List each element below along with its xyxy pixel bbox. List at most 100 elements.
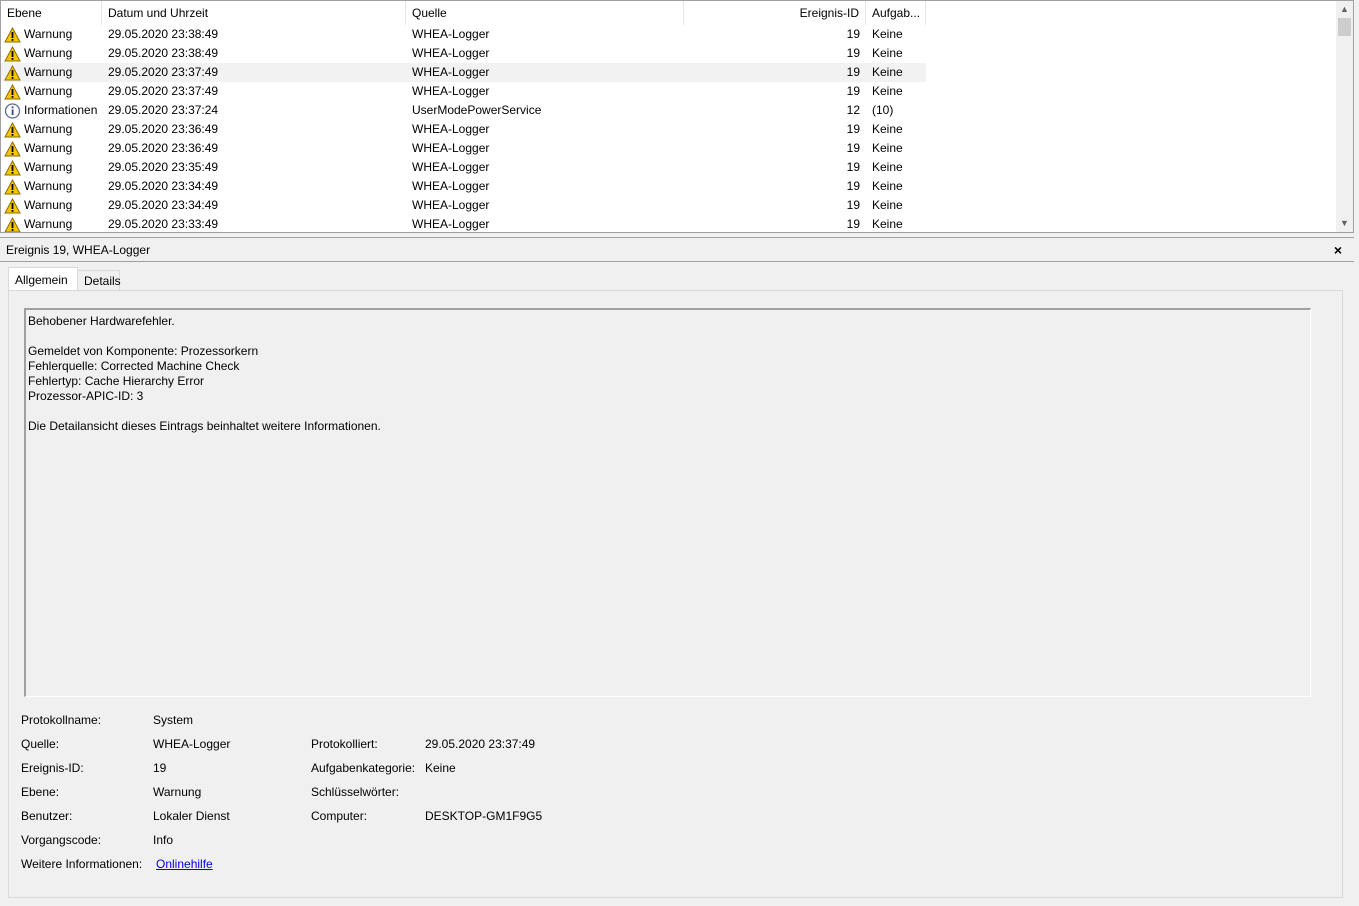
table-row[interactable]: Warnung 29.05.2020 23:33:49 WHEA-Logger 19 K…: [1, 215, 1337, 232]
column-header-task[interactable]: Aufgab...: [866, 1, 926, 25]
scroll-up-button[interactable]: ▲: [1336, 1, 1353, 18]
property-value[interactable]: WHEA-Logger: [153, 737, 230, 751]
property-value[interactable]: System: [153, 713, 193, 727]
row-level: Warnung: [4, 196, 102, 215]
row-datetime: 29.05.2020 23:33:49: [108, 217, 219, 231]
row-event-id: 19: [846, 122, 860, 136]
row-level: Warnung: [4, 44, 102, 63]
message-line: Fehlertyp: Cache Hierarchy Error: [28, 374, 205, 388]
table-row[interactable]: Warnung 29.05.2020 23:34:49 WHEA-Logger 19 K…: [1, 177, 1337, 196]
row-datetime: 29.05.2020 23:37:49: [108, 84, 219, 98]
row-event-id: 19: [846, 198, 860, 212]
scroll-down-button[interactable]: ▼: [1336, 215, 1353, 232]
row-level-label: Warnung: [24, 179, 73, 193]
property-value[interactable]: 19: [153, 761, 166, 775]
column-header-source[interactable]: Quelle: [406, 1, 684, 25]
message-line: Fehlerquelle: Corrected Machine Check: [28, 359, 240, 373]
property-label: Schlüsselwörter:: [311, 785, 400, 799]
row-event-id: 19: [846, 46, 860, 60]
detail-title: Ereignis 19, WHEA-Logger: [6, 243, 151, 257]
property-label: Protokollname:: [21, 713, 102, 727]
event-list[interactable]: Ebene Datum und Uhrzeit Quelle Ereignis-…: [0, 0, 1354, 233]
row-event-id: 19: [846, 160, 860, 174]
tab-panel-general: Behobener Hardwarefehler. Gemeldet von Ko…: [8, 290, 1343, 898]
row-task: Keine: [872, 46, 903, 60]
table-row[interactable]: Warnung 29.05.2020 23:36:49 WHEA-Logger 19 K…: [1, 139, 1337, 158]
table-row[interactable]: Warnung 29.05.2020 23:38:49 WHEA-Logger 19 K…: [1, 44, 1337, 63]
row-event-id: 19: [846, 65, 860, 79]
row-source: WHEA-Logger: [412, 46, 490, 60]
row-event-id: 19: [846, 141, 860, 155]
row-datetime: 29.05.2020 23:37:49: [108, 65, 219, 79]
vertical-scrollbar[interactable]: ▲ ▼: [1336, 1, 1353, 232]
table-row[interactable]: Warnung 29.05.2020 23:35:49 WHEA-Logger 19 K…: [1, 158, 1337, 177]
row-source: WHEA-Logger: [412, 198, 490, 212]
event-rows: Warnung 29.05.2020 23:38:49 WHEA-Logger 19 K…: [1, 25, 1337, 232]
row-datetime: 29.05.2020 23:36:49: [108, 141, 219, 155]
property-value[interactable]: Lokaler Dienst: [153, 809, 230, 823]
table-row[interactable]: Warnung 29.05.2020 23:34:49 WHEA-Logger 19 K…: [1, 196, 1337, 215]
tab-details[interactable]: Details: [77, 270, 121, 291]
table-row[interactable]: Warnung 29.05.2020 23:37:49 WHEA-Logger 19 K…: [1, 82, 1337, 101]
row-datetime: 29.05.2020 23:37:24: [108, 103, 219, 117]
row-task: Keine: [872, 141, 903, 155]
row-level-label: Warnung: [24, 84, 73, 98]
column-header-level[interactable]: Ebene: [1, 1, 102, 25]
event-message-box[interactable]: Behobener Hardwarefehler. Gemeldet von Ko…: [24, 308, 1311, 697]
row-level-label: Warnung: [24, 217, 73, 231]
table-row[interactable]: Informationen 29.05.2020 23:37:24 UserMode…: [1, 101, 1337, 120]
row-level: Warnung: [4, 158, 102, 177]
tab-allgemein[interactable]: Allgemein: [8, 267, 78, 292]
row-level-label: Warnung: [24, 27, 73, 41]
table-row[interactable]: Warnung 29.05.2020 23:38:49 WHEA-Logger 19 K…: [1, 25, 1337, 44]
property-label: Ebene:: [21, 785, 60, 799]
detail-header: Ereignis 19, WHEA-Logger ×: [0, 237, 1354, 262]
property-value[interactable]: Keine: [425, 761, 456, 775]
column-header-datetime[interactable]: Datum und Uhrzeit: [102, 1, 406, 25]
property-value[interactable]: Warnung: [153, 785, 201, 799]
message-line: Gemeldet von Komponente: Prozessorkern: [28, 344, 259, 358]
message-line: Behobener Hardwarefehler.: [28, 314, 175, 328]
row-task: Keine: [872, 27, 903, 41]
property-value[interactable]: Info: [153, 833, 173, 847]
row-level-label: Informationen: [24, 103, 98, 117]
warning-icon: [4, 216, 21, 232]
message-line: Prozessor-APIC-ID: 3: [28, 389, 144, 403]
row-level-label: Warnung: [24, 46, 73, 60]
property-value[interactable]: 29.05.2020 23:37:49: [425, 737, 535, 751]
online-help-link[interactable]: Onlinehilfe: [156, 857, 213, 871]
row-task: Keine: [872, 160, 903, 174]
warning-icon: [4, 159, 21, 175]
table-row[interactable]: Warnung 29.05.2020 23:36:49 WHEA-Logger 19 K…: [1, 120, 1337, 139]
row-source: WHEA-Logger: [412, 65, 490, 79]
row-level: Informationen: [4, 101, 102, 120]
property-value[interactable]: DESKTOP-GM1F9G5: [425, 809, 542, 823]
warning-icon: [4, 197, 21, 213]
property-label: Ereignis-ID:: [21, 761, 84, 775]
message-line: Die Detailansicht dieses Eintrags beinha…: [28, 419, 381, 433]
row-level: Warnung: [4, 139, 102, 158]
row-level: Warnung: [4, 120, 102, 139]
row-source: UserModePowerService: [412, 103, 542, 117]
table-row[interactable]: Warnung 29.05.2020 23:37:49 WHEA-Logger 19 K…: [1, 63, 1337, 82]
warning-icon: [4, 140, 21, 156]
row-task: Keine: [872, 217, 903, 231]
warning-icon: [4, 83, 21, 99]
row-level-label: Warnung: [24, 122, 73, 136]
column-header-event-id[interactable]: Ereignis-ID: [684, 1, 866, 25]
list-header: Ebene Datum und Uhrzeit Quelle Ereignis-…: [1, 1, 1337, 25]
row-source: WHEA-Logger: [412, 84, 490, 98]
warning-icon: [4, 121, 21, 137]
scroll-thumb[interactable]: [1338, 18, 1351, 36]
warning-icon: [4, 26, 21, 42]
row-source: WHEA-Logger: [412, 160, 490, 174]
row-datetime: 29.05.2020 23:34:49: [108, 179, 219, 193]
warning-icon: [4, 178, 21, 194]
row-task: Keine: [872, 198, 903, 212]
row-datetime: 29.05.2020 23:38:49: [108, 27, 219, 41]
row-level: Warnung: [4, 215, 102, 232]
warning-icon: [4, 64, 21, 80]
row-datetime: 29.05.2020 23:35:49: [108, 160, 219, 174]
close-icon[interactable]: ×: [1334, 238, 1342, 262]
row-datetime: 29.05.2020 23:34:49: [108, 198, 219, 212]
